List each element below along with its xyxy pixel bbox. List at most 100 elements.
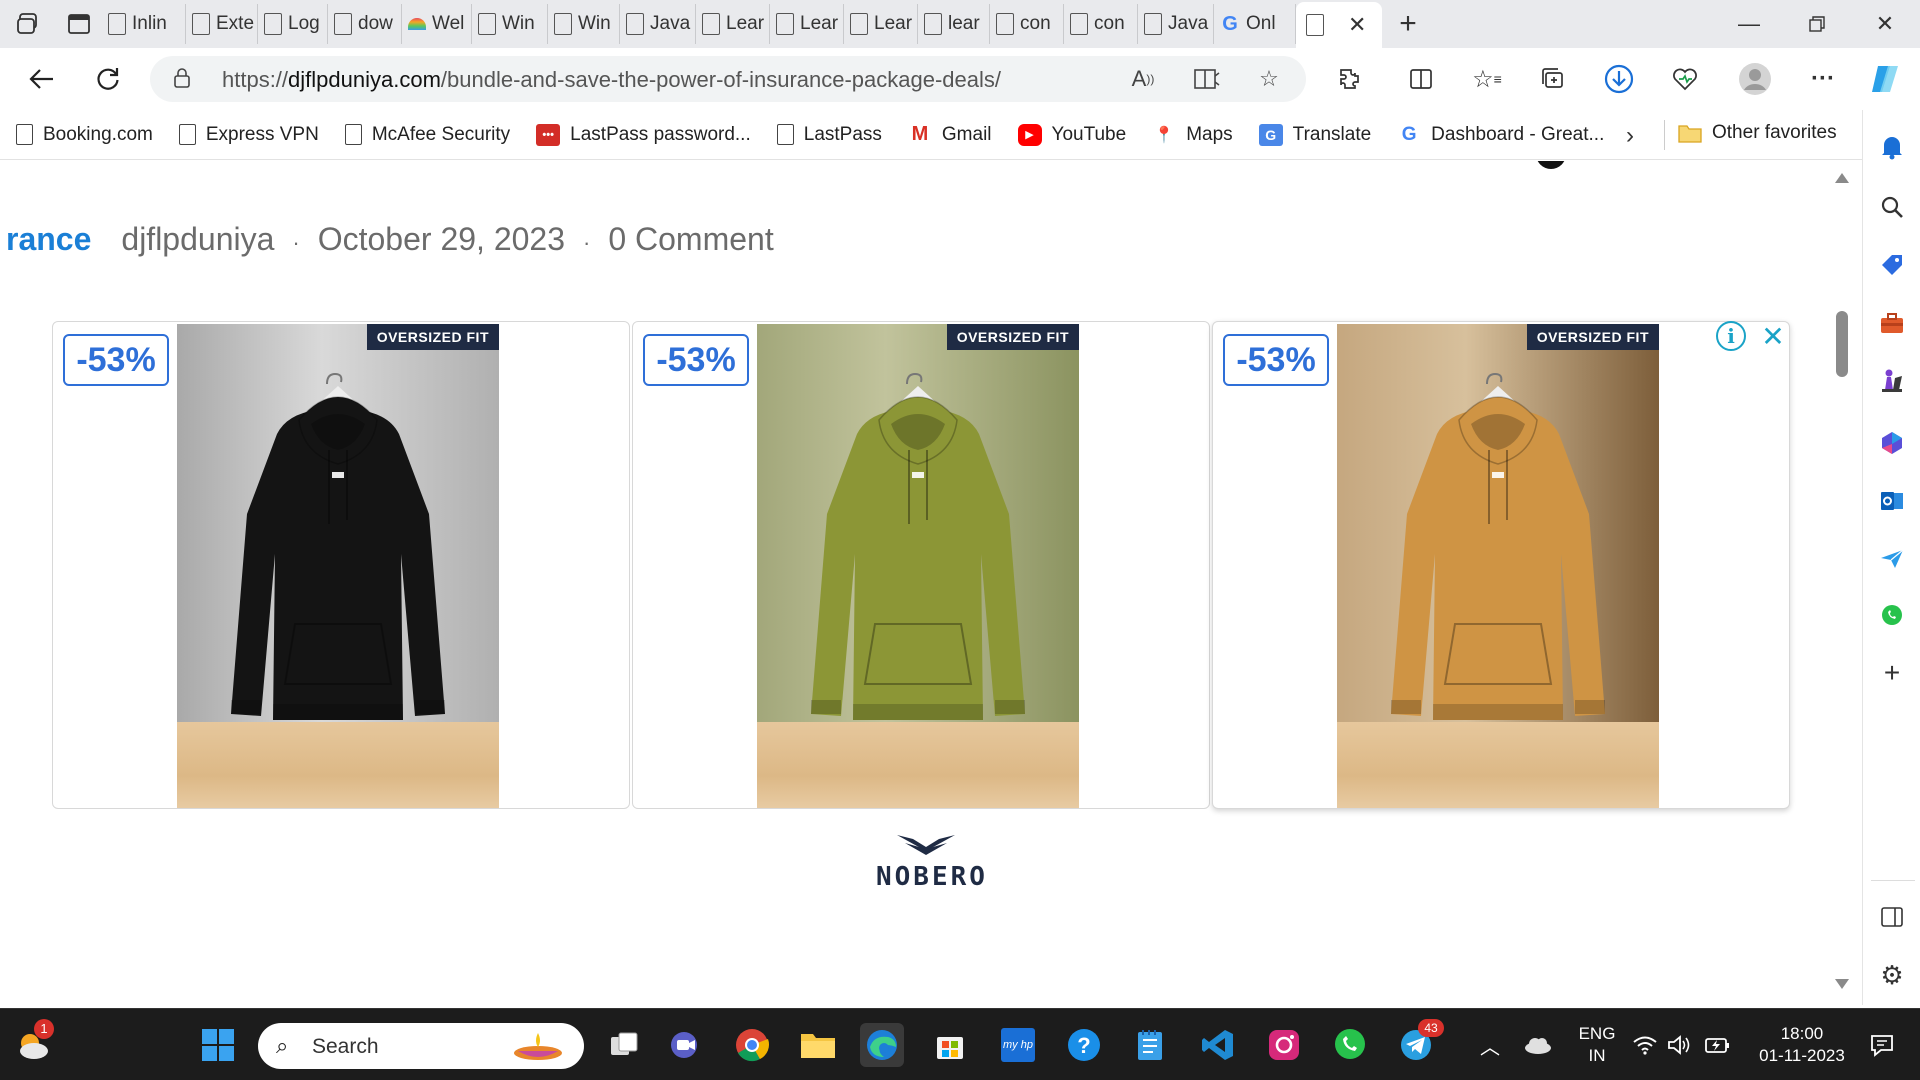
url-text[interactable]: https://djflpduniya.com/bundle-and-save-… (222, 67, 1001, 93)
favorite-dashboard-great[interactable]: G Dashboard - Great... (1397, 123, 1604, 146)
split-screen-icon[interactable] (1402, 60, 1440, 98)
new-tab-button[interactable]: + (1388, 4, 1428, 44)
notification-center-icon[interactable] (1864, 1023, 1900, 1067)
favorite-express-vpn[interactable]: Express VPN (178, 124, 319, 146)
immersive-reader-icon[interactable] (1192, 65, 1222, 93)
tab-win[interactable]: Win (472, 4, 548, 44)
tools-briefcase-icon[interactable] (1875, 306, 1909, 340)
favorite-booking-com[interactable]: Booking.com (16, 124, 153, 146)
notepad-icon[interactable] (1128, 1023, 1172, 1067)
scroll-up-arrow-icon[interactable] (1835, 173, 1849, 183)
language-indicator[interactable]: ENG IN (1572, 1023, 1622, 1067)
favorite-translate[interactable]: G Translate (1258, 123, 1371, 146)
favorite-lastpass-password[interactable]: ••• LastPass password... (536, 123, 751, 146)
post-author[interactable]: djflpduniya (121, 221, 274, 258)
post-category-link[interactable]: rance (6, 221, 91, 258)
tab-exte[interactable]: Exte (186, 4, 258, 44)
favorite-lastpass[interactable]: LastPass (776, 124, 882, 146)
ad-card[interactable]: -53% OVERSIZED FIT (52, 321, 630, 809)
tab-dow[interactable]: dow (328, 4, 402, 44)
workspaces-icon[interactable] (0, 4, 56, 44)
teams-meet-icon[interactable] (664, 1023, 708, 1067)
shopping-tag-icon[interactable] (1875, 248, 1909, 282)
tab-wel[interactable]: Wel (402, 4, 472, 44)
ad-card[interactable]: -53% OVERSIZED FIT (632, 321, 1210, 809)
tab-con[interactable]: con (1064, 4, 1138, 44)
product-image[interactable]: OVERSIZED FIT (1337, 324, 1659, 808)
notifications-bell-icon[interactable] (1875, 130, 1909, 164)
hide-sidebar-icon[interactable] (1875, 900, 1909, 934)
microsoft-store-icon[interactable] (928, 1023, 972, 1067)
other-favorites[interactable]: Other favorites (1678, 122, 1837, 144)
clock[interactable]: 18:00 01-11-2023 (1748, 1023, 1856, 1067)
read-aloud-icon[interactable]: A)) (1128, 65, 1158, 93)
favorite-youtube[interactable]: ▶ YouTube (1017, 123, 1126, 146)
tab-log[interactable]: Log (258, 4, 328, 44)
close-tab-icon[interactable]: ✕ (1348, 12, 1366, 38)
downloads-icon[interactable] (1600, 60, 1638, 98)
profile-avatar-icon[interactable] (1736, 60, 1774, 98)
ad-card[interactable]: -53% OVERSIZED FIT (1212, 321, 1790, 809)
get-help-icon[interactable]: ? (1062, 1023, 1106, 1067)
microsoft-365-icon[interactable] (1875, 426, 1909, 460)
tab-lear[interactable]: Lear (844, 4, 918, 44)
browser-essentials-icon[interactable] (1666, 60, 1704, 98)
tab-actions-icon[interactable] (56, 4, 102, 44)
tab-active[interactable]: ✕ (1296, 2, 1382, 48)
onedrive-cloud-icon[interactable] (1516, 1023, 1560, 1067)
product-image[interactable]: OVERSIZED FIT (177, 324, 499, 808)
favorites-icon[interactable]: ☆ ≡ (1468, 60, 1506, 98)
taskbar-search-box[interactable]: ⌕ Search (258, 1023, 584, 1069)
windows-start-icon[interactable] (196, 1023, 240, 1067)
tab-lear[interactable]: lear (918, 4, 990, 44)
back-button[interactable] (20, 57, 64, 101)
refresh-button[interactable] (86, 57, 130, 101)
restore-button[interactable] (1784, 0, 1850, 48)
volume-icon[interactable] (1664, 1023, 1694, 1067)
add-sidebar-app-icon[interactable]: + (1875, 656, 1909, 690)
collections-icon[interactable] (1534, 60, 1572, 98)
minimize-button[interactable]: — (1716, 0, 1782, 48)
copilot-icon[interactable] (1866, 60, 1904, 98)
lock-icon[interactable] (174, 68, 190, 88)
instagram-icon[interactable] (1262, 1023, 1306, 1067)
tab-java[interactable]: Java (1138, 4, 1214, 44)
favorite-gmail[interactable]: M Gmail (907, 123, 992, 146)
close-window-button[interactable]: ✕ (1852, 0, 1918, 48)
tab-java[interactable]: Java (620, 4, 696, 44)
favorites-overflow-chevron-icon[interactable]: › (1626, 122, 1634, 150)
tab-win[interactable]: Win (548, 4, 620, 44)
favorite-maps[interactable]: 📍 Maps (1152, 123, 1233, 146)
whatsapp-icon[interactable] (1328, 1023, 1372, 1067)
extensions-icon[interactable] (1330, 60, 1368, 98)
search-icon[interactable] (1875, 190, 1909, 224)
address-bar[interactable]: https://djflpduniya.com/bundle-and-save-… (150, 56, 1306, 102)
ad-carousel[interactable]: -53% OVERSIZED FIT -53% OVERSIZED FIT -5… (52, 321, 1790, 809)
brand-logo[interactable]: NOBERO (876, 831, 985, 892)
whatsapp-icon[interactable] (1875, 598, 1909, 632)
tab-inlin[interactable]: Inlin (102, 4, 186, 44)
scrollbar-thumb[interactable] (1836, 311, 1848, 377)
wifi-icon[interactable] (1630, 1023, 1660, 1067)
product-image[interactable]: OVERSIZED FIT (757, 324, 1079, 808)
tab-con[interactable]: con (990, 4, 1064, 44)
page-scrollbar[interactable] (1830, 161, 1854, 1005)
battery-icon[interactable] (1702, 1023, 1734, 1067)
outlook-icon[interactable] (1875, 484, 1909, 518)
send-paper-plane-icon[interactable] (1875, 542, 1909, 576)
file-explorer-icon[interactable] (796, 1023, 840, 1067)
myhp-icon[interactable]: my hp (996, 1023, 1040, 1067)
ad-info-icon[interactable]: i (1716, 321, 1746, 351)
tab-lear[interactable]: Lear (696, 4, 770, 44)
task-view-icon[interactable] (602, 1023, 646, 1067)
post-comments-count[interactable]: 0 Comment (608, 221, 773, 258)
edge-icon[interactable] (860, 1023, 904, 1067)
favorite-star-icon[interactable]: ☆ (1254, 65, 1284, 93)
ad-close-icon[interactable]: ✕ (1758, 321, 1788, 352)
tab-lear[interactable]: Lear (770, 4, 844, 44)
show-hidden-icons-chevron-icon[interactable]: ︿ (1468, 1023, 1512, 1067)
favorite-mcafee-security[interactable]: McAfee Security (344, 124, 510, 146)
more-menu-icon[interactable]: ··· (1804, 60, 1842, 98)
tab-onl[interactable]: G Onl (1214, 4, 1296, 44)
vscode-icon[interactable] (1196, 1023, 1240, 1067)
